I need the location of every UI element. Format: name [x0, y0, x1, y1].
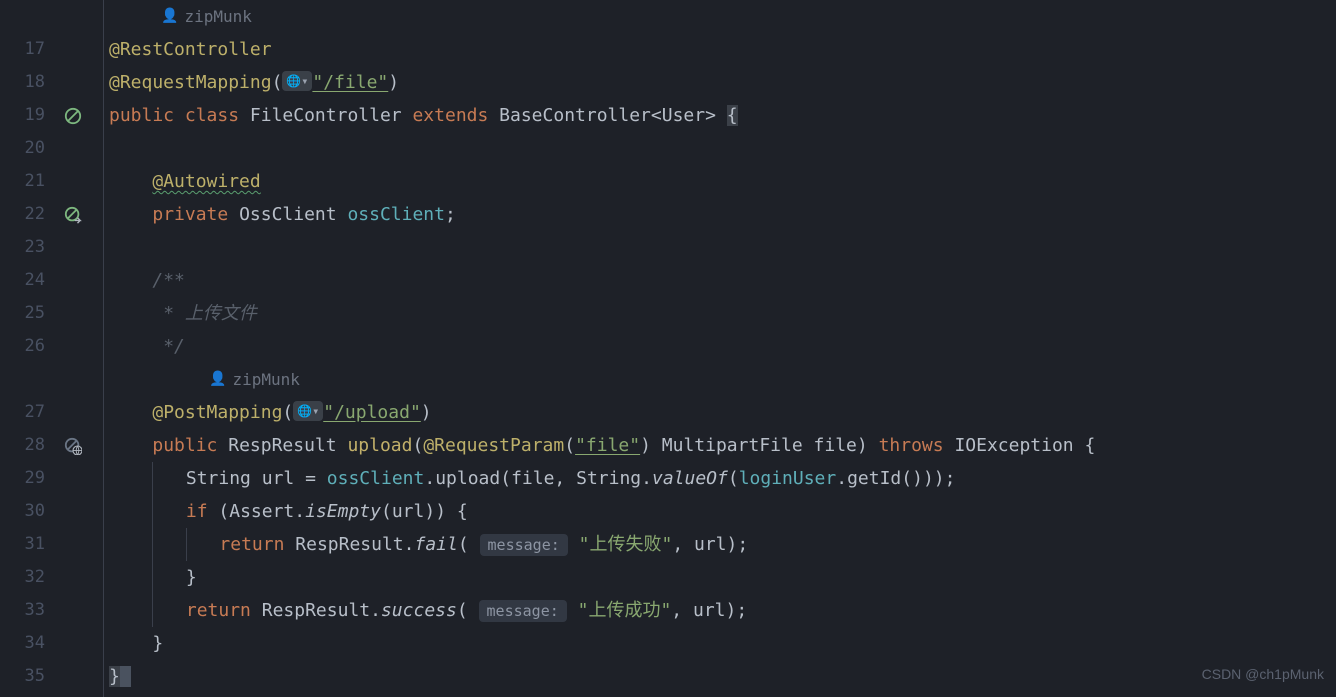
param-hint: message: [479, 600, 567, 622]
line-number[interactable]: 33 [0, 594, 45, 627]
globe-dropdown-icon[interactable]: 🌐▾ [282, 71, 312, 91]
code-line[interactable]: * 上传文件 [109, 297, 1336, 330]
code-line[interactable]: return RespResult.fail( message: "上传失败",… [109, 528, 1336, 561]
code-line[interactable]: if (Assert.isEmpty(url)) { [109, 495, 1336, 528]
author-inlay[interactable]: 👤zipMunk [209, 363, 300, 396]
annotation: @Autowired [152, 171, 260, 192]
code-line[interactable]: */ [109, 330, 1336, 363]
code-editor: 17 18 19 20 21 22 23 24 25 26 27 28 29 3… [0, 0, 1336, 697]
line-number[interactable]: 20 [0, 132, 45, 165]
code-line[interactable]: } [109, 627, 1336, 660]
line-number[interactable]: 35 [0, 660, 45, 693]
code-line[interactable]: @Autowired [109, 165, 1336, 198]
string-literal: "/upload" [323, 402, 421, 423]
author-name: zipMunk [232, 363, 299, 396]
gutter: 17 18 19 20 21 22 23 24 25 26 27 28 29 3… [0, 0, 104, 697]
inspection-icon[interactable] [45, 107, 101, 125]
comment: /** [152, 270, 185, 291]
matched-brace: { [727, 105, 738, 126]
code-line[interactable]: public RespResult upload(@RequestParam("… [109, 429, 1336, 462]
watermark: CSDN @ch1pMunk [1202, 658, 1324, 691]
param-hint: message: [480, 534, 568, 556]
text-cursor [120, 666, 131, 687]
comment: */ [152, 336, 185, 357]
line-number[interactable]: 25 [0, 297, 45, 330]
line-number[interactable]: 19 [0, 99, 45, 132]
line-number[interactable]: 18 [0, 66, 45, 99]
line-number[interactable]: 32 [0, 561, 45, 594]
annotation: @PostMapping [152, 402, 282, 423]
code-line[interactable]: } [109, 561, 1336, 594]
line-number[interactable]: 22 [0, 198, 45, 231]
code-line[interactable]: String url = ossClient.upload(file, Stri… [109, 462, 1336, 495]
code-line[interactable]: public class FileController extends Base… [109, 99, 1336, 132]
annotation: @RestController [109, 39, 272, 60]
inspection-arrow-icon[interactable] [45, 206, 101, 224]
line-number[interactable]: 27 [0, 396, 45, 429]
line-number[interactable]: 30 [0, 495, 45, 528]
line-number[interactable]: 23 [0, 231, 45, 264]
web-endpoint-icon[interactable] [45, 437, 101, 455]
author-inlay[interactable]: 👤zipMunk [161, 0, 252, 33]
code-area[interactable]: 👤zipMunk @RestController @RequestMapping… [104, 0, 1336, 697]
line-number[interactable]: 21 [0, 165, 45, 198]
line-number[interactable]: 28 [0, 429, 45, 462]
code-line[interactable] [109, 132, 1336, 165]
string-literal: "/file" [312, 72, 388, 93]
code-line[interactable] [109, 231, 1336, 264]
person-icon: 👤 [209, 363, 226, 396]
author-name: zipMunk [184, 0, 251, 33]
annotation: @RequestMapping [109, 72, 272, 93]
code-line[interactable]: private OssClient ossClient; [109, 198, 1336, 231]
code-line[interactable]: } [109, 660, 1336, 693]
code-line[interactable]: @PostMapping(🌐▾"/upload") [109, 396, 1336, 429]
line-number[interactable]: 17 [0, 33, 45, 66]
line-number[interactable]: 24 [0, 264, 45, 297]
line-number[interactable]: 31 [0, 528, 45, 561]
code-line[interactable]: /** [109, 264, 1336, 297]
person-icon: 👤 [161, 0, 178, 33]
code-line[interactable]: @RequestMapping(🌐▾"/file") [109, 66, 1336, 99]
code-line[interactable]: @RestController [109, 33, 1336, 66]
code-line[interactable]: return RespResult.success( message: "上传成… [109, 594, 1336, 627]
globe-dropdown-icon[interactable]: 🌐▾ [293, 401, 323, 421]
line-number[interactable]: 26 [0, 330, 45, 363]
comment: * 上传文件 [152, 303, 257, 324]
matched-brace: } [109, 666, 120, 687]
line-number[interactable]: 29 [0, 462, 45, 495]
line-number[interactable]: 34 [0, 627, 45, 660]
